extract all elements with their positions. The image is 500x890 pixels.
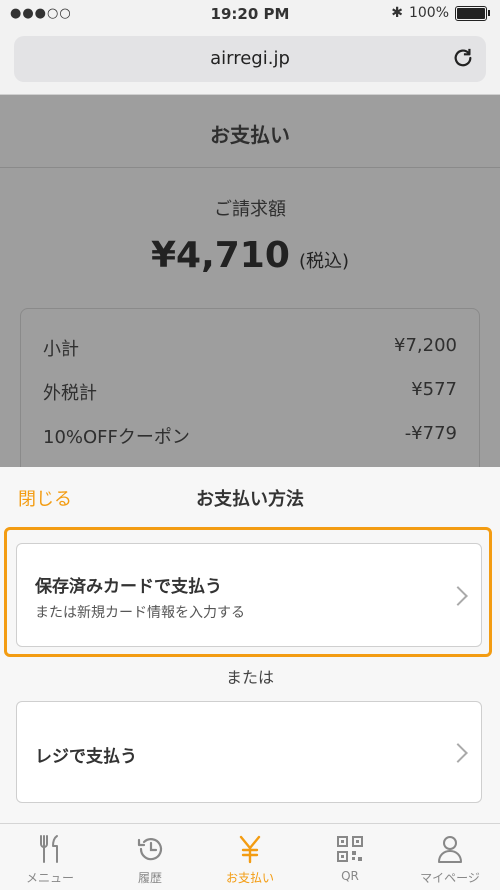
amount-row: ¥4,710 (税込)	[0, 235, 500, 276]
tab-label: QR	[341, 869, 359, 883]
page-header: お支払い	[0, 95, 500, 168]
tab-qr[interactable]: QR	[300, 824, 400, 890]
saved-card-subtitle: または新規カード情報を入力する	[35, 605, 245, 621]
breakdown-label: 10%OFFクーポン	[43, 427, 190, 448]
tab-label: 履歴	[137, 871, 162, 885]
browser-toolbar: airregi.jp	[0, 28, 500, 95]
tab-label: マイページ	[420, 871, 480, 885]
bluetooth-icon: ✱	[391, 5, 403, 21]
tab-label: メニュー	[25, 871, 74, 885]
chevron-right-icon	[448, 743, 468, 763]
breakdown-row-coupon: 10%OFFクーポン -¥779	[43, 423, 457, 449]
breakdown-row-subtotal: 小計 ¥7,200	[43, 335, 457, 361]
breakdown-box: 小計 ¥7,200 外税計 ¥577 10%OFFクーポン -¥779	[20, 308, 480, 467]
battery-icon	[455, 5, 487, 21]
tab-history[interactable]: 履歴	[100, 824, 200, 890]
tab-label: お支払い	[225, 871, 274, 885]
battery-tip	[488, 10, 490, 16]
reload-icon[interactable]	[452, 47, 474, 69]
payment-page-overlay: お支払い ご請求額 ¥4,710 (税込) 小計 ¥7,200 外税計 ¥577…	[0, 95, 500, 467]
tab-menu[interactable]: メニュー	[0, 824, 100, 890]
fork-knife-icon	[40, 835, 58, 863]
tab-bar: メニュー 履歴 お支払い QR マイページ	[0, 823, 500, 890]
url-text: airregi.jp	[210, 48, 290, 69]
tab-mypage[interactable]: マイページ	[400, 824, 500, 890]
amount-value: ¥4,710	[150, 235, 290, 276]
breakdown-value: ¥577	[411, 379, 457, 400]
address-bar[interactable]: airregi.jp	[14, 36, 486, 82]
payment-method-sheet: 閉じる お支払い方法 保存済みカードで支払う または新規カード情報を入力する ま…	[0, 467, 500, 823]
saved-card-title: 保存済みカードで支払う	[35, 577, 222, 597]
qr-code-icon	[337, 836, 363, 862]
breakdown-label: 小計	[43, 339, 79, 360]
amount-tax-note: (税込)	[298, 251, 350, 272]
person-icon	[438, 836, 462, 863]
chevron-right-icon	[448, 586, 468, 606]
status-right: ✱ 100%	[391, 5, 490, 21]
sheet-title: お支払い方法	[196, 489, 304, 510]
page-title: お支払い	[210, 123, 290, 147]
or-divider: または	[225, 668, 274, 687]
saved-card-option[interactable]: 保存済みカードで支払う または新規カード情報を入力する	[16, 543, 482, 647]
register-pay-title: レジで支払う	[35, 747, 137, 767]
register-pay-option[interactable]: レジで支払う	[16, 701, 482, 803]
yen-icon	[239, 835, 261, 864]
amount-label: ご請求額	[214, 199, 286, 220]
breakdown-label: 外税計	[43, 383, 97, 404]
breakdown-value: ¥7,200	[394, 335, 457, 356]
breakdown-value: -¥779	[404, 423, 457, 444]
tab-payment[interactable]: お支払い	[200, 824, 300, 890]
breakdown-row-tax: 外税計 ¥577	[43, 379, 457, 405]
history-icon	[137, 838, 163, 861]
battery-percent: 100%	[408, 5, 449, 21]
status-bar: ●●●○○ 19:20 PM ✱ 100%	[0, 0, 500, 28]
